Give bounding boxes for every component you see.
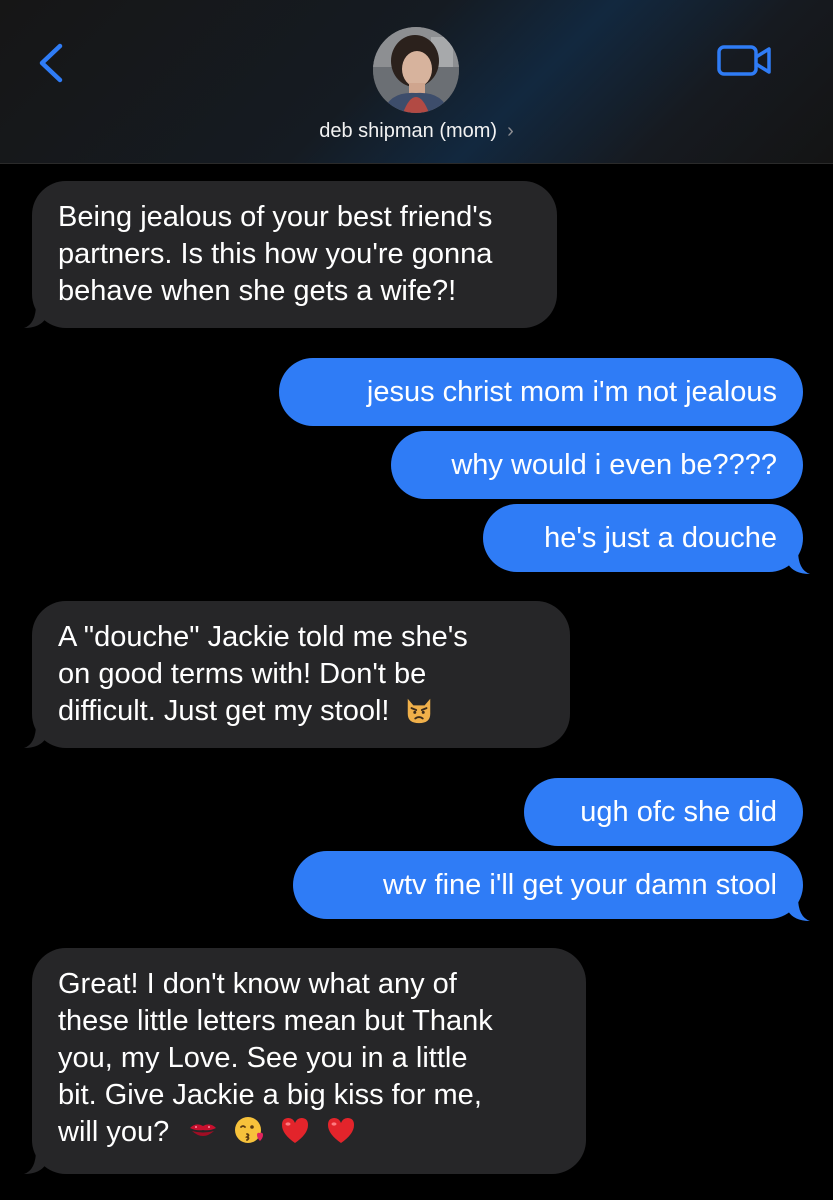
message-text: wtv fine i'll get your damn stool [383,869,777,901]
message-line: A "douche" Jackie told me she's [58,621,468,653]
pouting-cat-emoji [407,698,430,724]
message-line: Being jealous of your best friend's [58,201,493,233]
message-line: behave when she gets a wife?! [58,275,457,307]
chevron-left-icon [39,43,63,83]
outgoing-message-bubble[interactable]: why would i even be???? [391,431,803,499]
message-line: Great! I don't know what any of [58,968,457,1000]
bubble-tail [24,1150,46,1174]
video-call-button[interactable] [714,40,774,80]
conversation-header: deb shipman (mom) › [0,0,833,164]
incoming-message-bubble[interactable]: Great! I don't know what any of these li… [32,948,586,1174]
message-text: jesus christ mom i'm not jealous [366,376,777,408]
chevron-right-icon: › [507,120,514,142]
message-text: ugh ofc she did [580,796,777,828]
bubble-tail [788,550,810,574]
incoming-message-bubble[interactable]: A "douche" Jackie told me she's on good … [32,601,570,748]
message-text: he's just a douche [544,522,777,554]
red-heart-emoji [282,1118,309,1143]
red-heart-emoji [328,1118,355,1143]
message-line: you, my Love. See you in a little [58,1042,468,1074]
message-line: partners. Is this how you're gonna [58,238,493,270]
message-line: bit. Give Jackie a big kiss for me, [58,1079,482,1111]
message-line: on good terms with! Don't be [58,658,427,690]
emoji-group [187,1114,363,1156]
video-camera-icon [717,45,771,76]
message-line: will you? [58,1116,170,1148]
outgoing-message-bubble[interactable]: jesus christ mom i'm not jealous [279,358,803,426]
message-line-with-emoji: difficult. Just get my stool! [58,693,542,730]
bubble-tail [24,724,46,748]
contact-avatar[interactable] [373,27,459,113]
face-blowing-kiss-emoji [235,1117,264,1143]
message-line: these little letters mean but Thank [58,1005,493,1037]
kiss-mark-emoji [190,1124,217,1136]
back-button[interactable] [30,38,74,88]
contact-name-button[interactable]: deb shipman (mom) › [0,120,833,143]
outgoing-message-bubble[interactable]: he's just a douche [483,504,803,572]
message-text: why would i even be???? [451,449,777,481]
avatar-photo [373,27,459,113]
bubble-tail [24,304,46,328]
incoming-message-bubble[interactable]: Being jealous of your best friend's part… [32,181,557,328]
message-line: difficult. Just get my stool! [58,695,390,727]
contact-name: deb shipman (mom) [319,120,498,142]
outgoing-message-bubble[interactable]: wtv fine i'll get your damn stool [293,851,803,919]
bubble-tail [788,897,810,921]
message-line-with-emoji: will you? [58,1114,558,1156]
outgoing-message-bubble[interactable]: ugh ofc she did [524,778,803,846]
